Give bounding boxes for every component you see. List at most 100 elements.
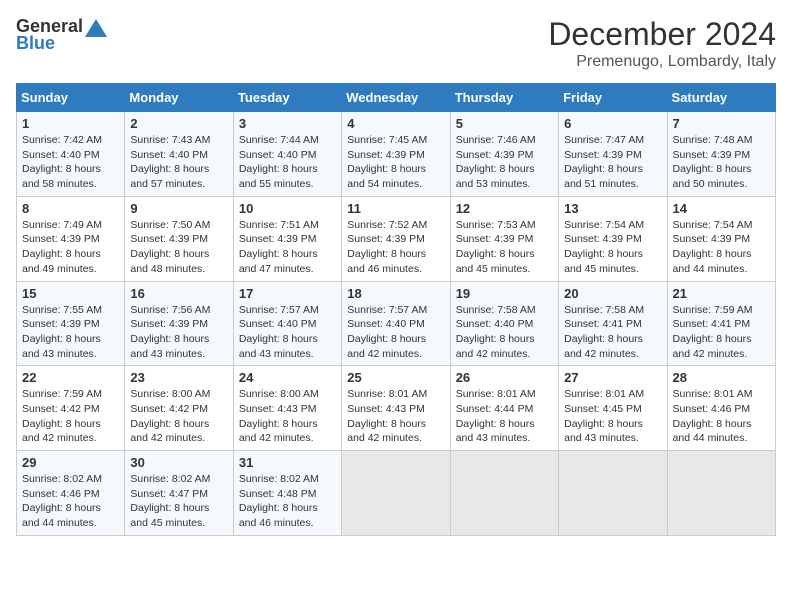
day-number: 1 <box>22 116 119 131</box>
cell-info: Sunrise: 7:50 AMSunset: 4:39 PMDaylight:… <box>130 218 227 277</box>
cell-info: Sunrise: 7:59 AMSunset: 4:42 PMDaylight:… <box>22 387 119 446</box>
day-of-week-header: Tuesday <box>233 84 341 112</box>
day-of-week-header: Thursday <box>450 84 558 112</box>
calendar-cell: 30 Sunrise: 8:02 AMSunset: 4:47 PMDayligh… <box>125 451 233 536</box>
day-of-week-header: Saturday <box>667 84 775 112</box>
calendar-cell: 6 Sunrise: 7:47 AMSunset: 4:39 PMDaylight… <box>559 112 667 197</box>
calendar-header-row: SundayMondayTuesdayWednesdayThursdayFrid… <box>17 84 776 112</box>
calendar-row: 8Sunrise: 7:49 AMSunset: 4:39 PMDaylight… <box>17 196 776 281</box>
day-number: 13 <box>564 201 661 216</box>
calendar-cell: 26 Sunrise: 8:01 AMSunset: 4:44 PMDayligh… <box>450 366 558 451</box>
calendar-table: SundayMondayTuesdayWednesdayThursdayFrid… <box>16 83 776 536</box>
cell-info: Sunrise: 7:54 AMSunset: 4:39 PMDaylight:… <box>673 218 770 277</box>
cell-info: Sunrise: 7:56 AMSunset: 4:39 PMDaylight:… <box>130 303 227 362</box>
cell-info: Sunrise: 7:51 AMSunset: 4:39 PMDaylight:… <box>239 218 336 277</box>
day-number: 31 <box>239 455 336 470</box>
month-title: December 2024 <box>548 16 776 53</box>
day-number: 19 <box>456 286 553 301</box>
cell-info: Sunrise: 8:02 AMSunset: 4:46 PMDaylight:… <box>22 472 119 531</box>
calendar-cell: 19Sunrise: 7:58 AMSunset: 4:40 PMDayligh… <box>450 281 558 366</box>
day-number: 29 <box>22 455 119 470</box>
calendar-cell: 22 Sunrise: 7:59 AMSunset: 4:42 PMDayligh… <box>17 366 125 451</box>
calendar-cell: 21Sunrise: 7:59 AMSunset: 4:41 PMDayligh… <box>667 281 775 366</box>
calendar-cell: 3 Sunrise: 7:44 AMSunset: 4:40 PMDaylight… <box>233 112 341 197</box>
day-number: 14 <box>673 201 770 216</box>
day-number: 12 <box>456 201 553 216</box>
day-number: 8 <box>22 201 119 216</box>
day-number: 17 <box>239 286 336 301</box>
day-number: 9 <box>130 201 227 216</box>
cell-info: Sunrise: 8:02 AMSunset: 4:47 PMDaylight:… <box>130 472 227 531</box>
calendar-cell: 24 Sunrise: 8:00 AMSunset: 4:43 PMDayligh… <box>233 366 341 451</box>
calendar-cell: 18Sunrise: 7:57 AMSunset: 4:40 PMDayligh… <box>342 281 450 366</box>
cell-info: Sunrise: 7:54 AMSunset: 4:39 PMDaylight:… <box>564 218 661 277</box>
page-header: General Blue December 2024 Premenugo, Lo… <box>16 16 776 71</box>
calendar-row: 1 Sunrise: 7:42 AMSunset: 4:40 PMDaylight… <box>17 112 776 197</box>
day-of-week-header: Monday <box>125 84 233 112</box>
calendar-cell: 27Sunrise: 8:01 AMSunset: 4:45 PMDayligh… <box>559 366 667 451</box>
cell-info: Sunrise: 7:46 AMSunset: 4:39 PMDaylight:… <box>456 133 553 192</box>
cell-info: Sunrise: 7:44 AMSunset: 4:40 PMDaylight:… <box>239 133 336 192</box>
day-number: 7 <box>673 116 770 131</box>
calendar-cell <box>450 451 558 536</box>
cell-info: Sunrise: 8:00 AMSunset: 4:43 PMDaylight:… <box>239 387 336 446</box>
calendar-cell: 28 Sunrise: 8:01 AMSunset: 4:46 PMDayligh… <box>667 366 775 451</box>
cell-info: Sunrise: 7:57 AMSunset: 4:40 PMDaylight:… <box>239 303 336 362</box>
day-number: 16 <box>130 286 227 301</box>
day-number: 10 <box>239 201 336 216</box>
day-of-week-header: Friday <box>559 84 667 112</box>
cell-info: Sunrise: 8:01 AMSunset: 4:46 PMDaylight:… <box>673 387 770 446</box>
title-block: December 2024 Premenugo, Lombardy, Italy <box>548 16 776 71</box>
calendar-cell: 2 Sunrise: 7:43 AMSunset: 4:40 PMDaylight… <box>125 112 233 197</box>
day-number: 24 <box>239 370 336 385</box>
day-of-week-header: Sunday <box>17 84 125 112</box>
calendar-cell <box>667 451 775 536</box>
day-number: 2 <box>130 116 227 131</box>
cell-info: Sunrise: 8:02 AMSunset: 4:48 PMDaylight:… <box>239 472 336 531</box>
calendar-cell: 4Sunrise: 7:45 AMSunset: 4:39 PMDaylight… <box>342 112 450 197</box>
calendar-cell: 7 Sunrise: 7:48 AMSunset: 4:39 PMDaylight… <box>667 112 775 197</box>
cell-info: Sunrise: 7:47 AMSunset: 4:39 PMDaylight:… <box>564 133 661 192</box>
calendar-cell: 14 Sunrise: 7:54 AMSunset: 4:39 PMDayligh… <box>667 196 775 281</box>
day-number: 3 <box>239 116 336 131</box>
logo-icon <box>85 19 107 37</box>
calendar-cell: 5 Sunrise: 7:46 AMSunset: 4:39 PMDaylight… <box>450 112 558 197</box>
day-number: 30 <box>130 455 227 470</box>
logo-blue-text: Blue <box>16 33 55 54</box>
calendar-row: 22 Sunrise: 7:59 AMSunset: 4:42 PMDayligh… <box>17 366 776 451</box>
day-number: 27 <box>564 370 661 385</box>
calendar-cell <box>559 451 667 536</box>
day-of-week-header: Wednesday <box>342 84 450 112</box>
cell-info: Sunrise: 8:00 AMSunset: 4:42 PMDaylight:… <box>130 387 227 446</box>
day-number: 15 <box>22 286 119 301</box>
calendar-cell: 8Sunrise: 7:49 AMSunset: 4:39 PMDaylight… <box>17 196 125 281</box>
calendar-cell: 29 Sunrise: 8:02 AMSunset: 4:46 PMDayligh… <box>17 451 125 536</box>
calendar-cell: 17 Sunrise: 7:57 AMSunset: 4:40 PMDayligh… <box>233 281 341 366</box>
calendar-row: 15Sunrise: 7:55 AMSunset: 4:39 PMDayligh… <box>17 281 776 366</box>
calendar-cell: 23 Sunrise: 8:00 AMSunset: 4:42 PMDayligh… <box>125 366 233 451</box>
day-number: 5 <box>456 116 553 131</box>
cell-info: Sunrise: 7:58 AMSunset: 4:41 PMDaylight:… <box>564 303 661 362</box>
calendar-cell: 11Sunrise: 7:52 AMSunset: 4:39 PMDayligh… <box>342 196 450 281</box>
cell-info: Sunrise: 7:52 AMSunset: 4:39 PMDaylight:… <box>347 218 444 277</box>
day-number: 22 <box>22 370 119 385</box>
day-number: 26 <box>456 370 553 385</box>
day-number: 28 <box>673 370 770 385</box>
cell-info: Sunrise: 7:53 AMSunset: 4:39 PMDaylight:… <box>456 218 553 277</box>
day-number: 6 <box>564 116 661 131</box>
calendar-cell: 1 Sunrise: 7:42 AMSunset: 4:40 PMDaylight… <box>17 112 125 197</box>
location-title: Premenugo, Lombardy, Italy <box>548 53 776 71</box>
calendar-cell: 10 Sunrise: 7:51 AMSunset: 4:39 PMDayligh… <box>233 196 341 281</box>
cell-info: Sunrise: 7:48 AMSunset: 4:39 PMDaylight:… <box>673 133 770 192</box>
calendar-cell: 25Sunrise: 8:01 AMSunset: 4:43 PMDayligh… <box>342 366 450 451</box>
day-number: 4 <box>347 116 444 131</box>
calendar-cell <box>342 451 450 536</box>
calendar-cell: 9 Sunrise: 7:50 AMSunset: 4:39 PMDaylight… <box>125 196 233 281</box>
cell-info: Sunrise: 7:42 AMSunset: 4:40 PMDaylight:… <box>22 133 119 192</box>
cell-info: Sunrise: 7:43 AMSunset: 4:40 PMDaylight:… <box>130 133 227 192</box>
day-number: 20 <box>564 286 661 301</box>
day-number: 23 <box>130 370 227 385</box>
cell-info: Sunrise: 7:59 AMSunset: 4:41 PMDaylight:… <box>673 303 770 362</box>
cell-info: Sunrise: 8:01 AMSunset: 4:44 PMDaylight:… <box>456 387 553 446</box>
logo: General Blue <box>16 16 107 54</box>
